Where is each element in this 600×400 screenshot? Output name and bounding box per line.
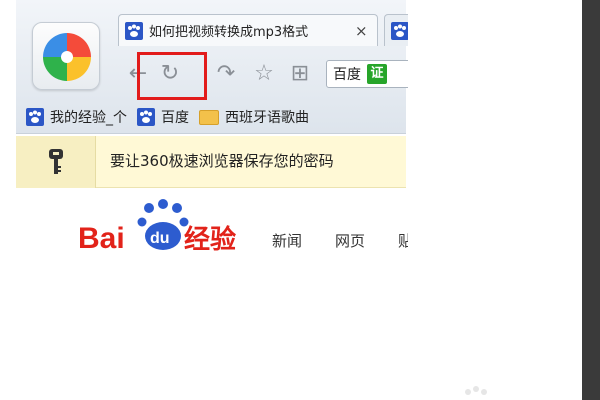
key-cell xyxy=(16,136,96,188)
bookmark-folder[interactable]: 西班牙语歌曲 xyxy=(199,107,309,127)
dark-edge-strip xyxy=(582,0,600,400)
bookmark-label: 百度 xyxy=(161,110,189,126)
bookmark-item[interactable]: 百度 xyxy=(137,107,189,127)
close-icon[interactable]: × xyxy=(355,22,368,40)
logo-text-bai: Bai xyxy=(78,222,125,255)
search-engine-label: 百度 xyxy=(333,67,361,83)
infobar-text: 要让360极速浏览器保存您的密码 xyxy=(110,152,334,170)
star-icon[interactable]: ☆ xyxy=(252,62,276,86)
apps-grid-icon[interactable]: ⊞ xyxy=(288,62,312,86)
paw-icon xyxy=(26,108,44,126)
tab-title: 如何把视频转换成mp3格式 xyxy=(149,25,309,40)
watermark-paw-icon xyxy=(465,386,487,395)
nav-tieba[interactable]: 贴 xyxy=(398,230,408,251)
logo-text-du: du xyxy=(150,230,170,247)
tab-active[interactable]: 如何把视频转换成mp3格式 × xyxy=(118,14,378,46)
pinwheel-icon xyxy=(43,33,91,81)
browser-logo[interactable] xyxy=(32,22,100,90)
browser-chrome: 如何把视频转换成mp3格式 × ← ↻ ↷ ☆ ⊞ 百度 证 我的经验_个 百度… xyxy=(16,0,426,134)
logo-text-jingyan: 经验 xyxy=(184,224,236,255)
nav-news[interactable]: 新闻 xyxy=(272,230,302,251)
folder-icon xyxy=(199,109,219,125)
bookmark-label: 西班牙语歌曲 xyxy=(225,110,309,126)
undo-icon[interactable]: ↷ xyxy=(214,62,238,86)
blank-area xyxy=(408,0,600,400)
paw-icon xyxy=(137,108,155,126)
bookmarks-bar: 我的经验_个 百度 西班牙语歌曲 xyxy=(16,102,406,132)
bookmark-label: 我的经验_个 xyxy=(50,110,127,126)
nav-web[interactable]: 网页 xyxy=(335,230,365,251)
password-infobar: 要让360极速浏览器保存您的密码 xyxy=(16,136,406,188)
key-icon xyxy=(49,149,63,174)
paw-icon xyxy=(125,21,143,40)
bookmark-item[interactable]: 我的经验_个 xyxy=(26,107,127,127)
reload-highlight-box xyxy=(137,52,207,100)
baidu-jingyan-logo[interactable]: Bai du 经验 xyxy=(78,196,248,256)
cert-badge: 证 xyxy=(367,64,387,84)
paw-icon xyxy=(391,21,409,40)
screenshot-stage: 如何把视频转换成mp3格式 × ← ↻ ↷ ☆ ⊞ 百度 证 我的经验_个 百度… xyxy=(0,0,600,400)
